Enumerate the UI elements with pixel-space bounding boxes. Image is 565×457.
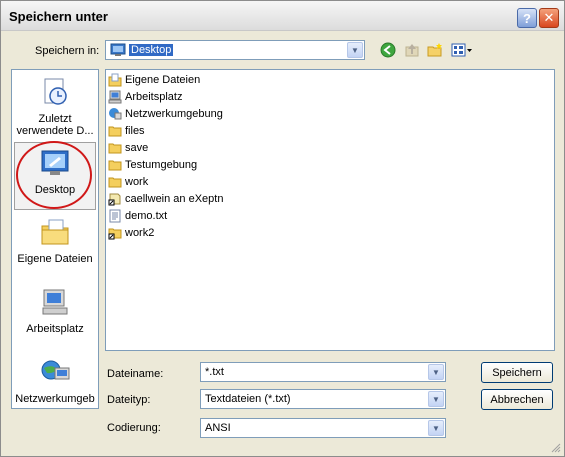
- filetype-dropdown[interactable]: Textdateien (*.txt) ▼: [200, 389, 446, 409]
- new-folder-icon: [427, 43, 442, 57]
- close-icon: ✕: [543, 10, 555, 25]
- new-folder-button[interactable]: [426, 41, 444, 59]
- filename-value: *.txt: [205, 366, 224, 378]
- window-title: Speichern unter: [9, 9, 108, 24]
- my-computer-icon: [108, 90, 122, 104]
- place-label: Eigene Dateien: [17, 253, 93, 265]
- resize-grip-icon[interactable]: [551, 443, 561, 453]
- encoding-label: Codierung:: [107, 422, 161, 434]
- folder-icon: [108, 158, 122, 172]
- chevron-down-icon[interactable]: ▼: [428, 364, 444, 380]
- save-button[interactable]: Speichern: [481, 362, 553, 383]
- list-item[interactable]: caellwein an eXeptn: [108, 191, 223, 207]
- file-name: files: [125, 125, 145, 137]
- savein-label: Speichern in:: [35, 45, 100, 57]
- place-label: Zuletzt verwendete D...: [16, 113, 94, 137]
- file-name: save: [125, 142, 149, 154]
- list-item[interactable]: Arbeitsplatz: [108, 89, 182, 105]
- help-button[interactable]: ?: [517, 8, 537, 28]
- save-as-dialog: Speichern unter ? ✕ Speichern in: Deskto…: [0, 0, 565, 457]
- list-item[interactable]: Testumgebung: [108, 157, 197, 173]
- place-recent[interactable]: Zuletzt verwendete D...: [14, 72, 96, 140]
- list-item[interactable]: work2: [108, 225, 154, 241]
- folder-icon: [108, 141, 122, 155]
- places-bar: Zuletzt verwendete D... Desktop Eigene D…: [11, 69, 99, 409]
- folder-icon: [108, 124, 122, 138]
- encoding-value: ANSI: [205, 422, 231, 434]
- list-item[interactable]: demo.txt: [108, 208, 167, 224]
- place-my-computer[interactable]: Arbeitsplatz: [14, 282, 96, 350]
- up-folder-icon: [405, 44, 419, 57]
- place-label: Netzwerkumgeb: [15, 393, 95, 405]
- file-name: Eigene Dateien: [125, 74, 201, 86]
- file-name: Testumgebung: [125, 159, 198, 171]
- file-list[interactable]: Eigene Dateien Arbeitsplatz Netzwerkumge…: [105, 69, 555, 351]
- filename-label: Dateiname:: [107, 368, 164, 380]
- shortcut-icon: [108, 192, 122, 206]
- encoding-dropdown[interactable]: ANSI ▼: [200, 418, 446, 438]
- network-icon: [108, 107, 122, 121]
- list-item[interactable]: files: [108, 123, 145, 139]
- folder-shortcut-icon: [108, 226, 122, 240]
- list-item[interactable]: save: [108, 140, 148, 156]
- list-item[interactable]: Netzwerkumgebung: [108, 106, 223, 122]
- back-button[interactable]: [379, 41, 397, 59]
- savein-value: Desktop: [129, 44, 174, 56]
- view-menu-icon: [451, 43, 472, 57]
- place-label: Arbeitsplatz: [26, 323, 84, 335]
- chevron-down-icon[interactable]: ▼: [428, 420, 444, 436]
- file-name: work: [125, 176, 149, 188]
- list-item[interactable]: work: [108, 174, 148, 190]
- help-icon: ?: [523, 10, 531, 26]
- file-name: demo.txt: [125, 210, 168, 222]
- filetype-value: Textdateien (*.txt): [205, 393, 291, 405]
- recent-documents-icon: [44, 78, 67, 105]
- close-button[interactable]: ✕: [539, 8, 559, 28]
- place-network[interactable]: Netzwerkumgeb: [14, 352, 96, 420]
- file-name: Arbeitsplatz: [125, 91, 183, 103]
- chevron-down-icon[interactable]: ▼: [347, 42, 363, 58]
- savein-dropdown[interactable]: Desktop ▼: [105, 40, 365, 60]
- back-icon: [380, 42, 396, 58]
- cancel-button[interactable]: Abbrechen: [481, 389, 553, 410]
- folder-icon: [108, 175, 122, 189]
- chevron-down-icon[interactable]: ▼: [428, 391, 444, 407]
- file-name: Netzwerkumgebung: [125, 108, 223, 120]
- my-computer-icon: [42, 289, 68, 315]
- highlight-circle: [16, 141, 92, 209]
- filetype-label: Dateityp:: [107, 394, 151, 406]
- my-documents-icon: [41, 219, 69, 245]
- list-item[interactable]: Eigene Dateien: [108, 72, 200, 88]
- network-icon: [41, 360, 70, 380]
- my-documents-icon: [108, 73, 122, 87]
- up-folder-button[interactable]: [403, 41, 421, 59]
- view-menu-button[interactable]: [450, 41, 474, 59]
- place-my-documents[interactable]: Eigene Dateien: [14, 212, 96, 280]
- file-name: caellwein an eXeptn: [125, 193, 224, 205]
- desktop-icon: [110, 43, 126, 56]
- file-name: work2: [125, 227, 155, 239]
- title-bar: Speichern unter ? ✕: [1, 1, 564, 31]
- filename-input[interactable]: *.txt ▼: [200, 362, 446, 382]
- text-file-icon: [108, 209, 122, 223]
